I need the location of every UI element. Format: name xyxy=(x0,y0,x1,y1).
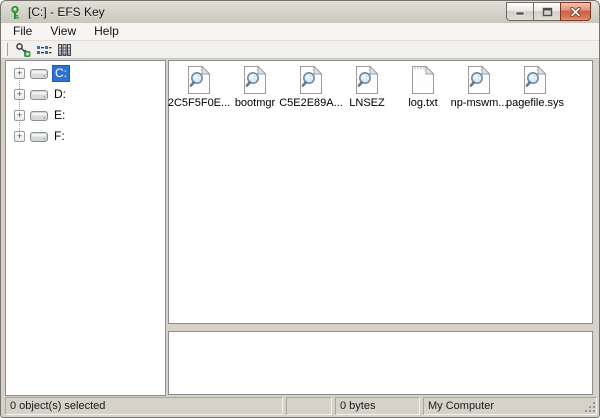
file-name[interactable]: LNSEZ xyxy=(349,97,384,109)
status-bar: 0 object(s) selected 0 bytes My Computer xyxy=(2,396,600,415)
title-bar[interactable]: [C:] - EFS Key xyxy=(1,1,599,23)
menu-bar: File View Help xyxy=(1,23,599,41)
file-item[interactable]: C5E2E89A... xyxy=(283,65,339,109)
search-file-icon xyxy=(355,65,379,95)
file-list-panel[interactable]: 2C5F5F0E... bootmgr xyxy=(168,60,593,324)
drive-icon xyxy=(30,89,48,101)
file-item[interactable]: 2C5F5F0E... xyxy=(171,65,227,109)
drive-tree: + C: + D: xyxy=(6,61,165,395)
file-name[interactable]: pagefile.sys xyxy=(506,97,564,109)
status-spare xyxy=(286,397,332,415)
drive-icon xyxy=(30,131,48,143)
tree-item-drive-d[interactable]: + D: xyxy=(6,84,165,105)
list-view-icon xyxy=(36,43,52,57)
list-view-button[interactable] xyxy=(33,41,54,58)
file-name[interactable]: C5E2E89A... xyxy=(279,97,343,109)
content-area: + C: + D: xyxy=(2,60,600,397)
drive-tree-panel[interactable]: + C: + D: xyxy=(5,60,166,396)
minimize-icon xyxy=(515,7,525,16)
status-size: 0 bytes xyxy=(335,397,420,415)
drive-icon xyxy=(30,68,48,80)
close-button[interactable] xyxy=(560,2,591,21)
key-icon xyxy=(15,42,31,57)
search-file-icon xyxy=(523,65,547,95)
menu-view[interactable]: View xyxy=(41,23,85,40)
maximize-button[interactable] xyxy=(533,2,561,21)
menu-help[interactable]: Help xyxy=(85,23,128,40)
resize-grip-icon[interactable] xyxy=(583,401,596,414)
menu-file[interactable]: File xyxy=(4,23,41,40)
file-name[interactable]: np-mswm... xyxy=(451,97,508,109)
file-name[interactable]: bootmgr xyxy=(235,97,275,109)
drive-label-c[interactable]: C: xyxy=(52,65,70,82)
status-selection: 0 object(s) selected xyxy=(5,397,283,415)
expand-icon[interactable]: + xyxy=(14,110,25,121)
tree-item-drive-e[interactable]: + E: xyxy=(6,105,165,126)
file-item[interactable]: LNSEZ xyxy=(339,65,395,109)
app-key-icon xyxy=(8,5,23,20)
window-controls xyxy=(507,2,591,21)
key-button[interactable] xyxy=(12,41,33,58)
file-list: 2C5F5F0E... bootmgr xyxy=(169,61,592,109)
toolbar-gripper[interactable] xyxy=(5,43,8,56)
tree-item-drive-f[interactable]: + F: xyxy=(6,126,165,147)
details-view-button[interactable] xyxy=(54,41,75,58)
search-file-icon xyxy=(243,65,267,95)
close-icon xyxy=(570,7,581,17)
maximize-icon xyxy=(542,7,553,17)
drive-icon xyxy=(30,110,48,122)
expand-icon[interactable]: + xyxy=(14,131,25,142)
minimize-button[interactable] xyxy=(506,2,534,21)
search-file-icon xyxy=(467,65,491,95)
file-name[interactable]: log.txt xyxy=(408,97,437,109)
file-item[interactable]: log.txt xyxy=(395,65,451,109)
preview-panel[interactable] xyxy=(168,331,593,395)
drive-label-d[interactable]: D: xyxy=(52,87,68,102)
search-file-icon xyxy=(187,65,211,95)
expand-icon[interactable]: + xyxy=(14,68,25,79)
text-file-icon xyxy=(411,65,435,95)
search-file-icon xyxy=(299,65,323,95)
file-name[interactable]: 2C5F5F0E... xyxy=(168,97,230,109)
drive-label-e[interactable]: E: xyxy=(52,108,67,123)
file-item[interactable]: pagefile.sys xyxy=(507,65,563,109)
tree-item-drive-c[interactable]: + C: xyxy=(6,63,165,84)
status-location: My Computer xyxy=(423,397,597,415)
window-title: [C:] - EFS Key xyxy=(28,5,105,19)
app-window: [C:] - EFS Key File xyxy=(0,0,600,418)
toolbar xyxy=(1,41,599,59)
details-view-icon xyxy=(57,43,72,57)
file-item[interactable]: bootmgr xyxy=(227,65,283,109)
drive-label-f[interactable]: F: xyxy=(52,129,67,144)
expand-icon[interactable]: + xyxy=(14,89,25,100)
file-item[interactable]: np-mswm... xyxy=(451,65,507,109)
